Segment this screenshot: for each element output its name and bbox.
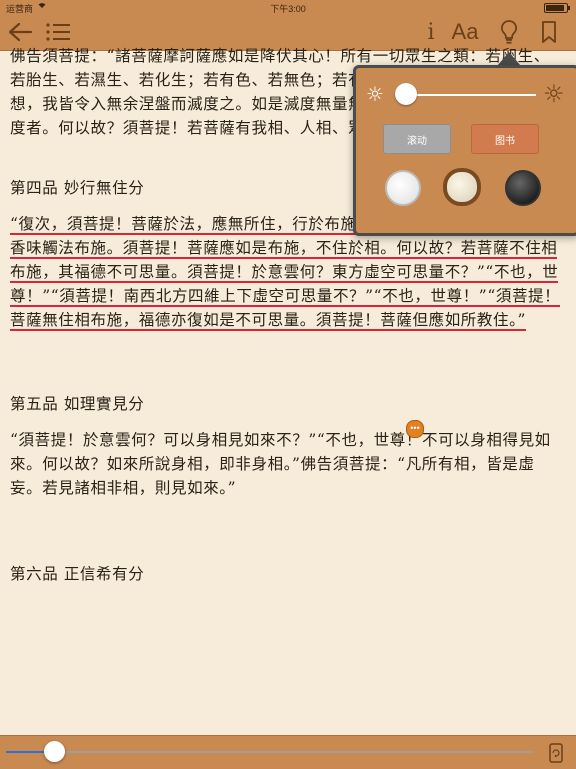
table-of-contents-icon[interactable]	[44, 18, 72, 46]
status-bar: 运营商 下午3:00	[0, 0, 576, 14]
brightness-slider-thumb[interactable]	[395, 83, 418, 105]
more-options-icon[interactable]: •••	[406, 420, 424, 438]
book-mode-button[interactable]: 图书	[471, 124, 539, 154]
progress-slider-thumb[interactable]	[44, 741, 65, 762]
reading-progress-bar	[0, 735, 576, 769]
progress-slider-fill	[6, 751, 49, 753]
rotation-lock-icon[interactable]	[547, 742, 565, 764]
lightbulb-icon[interactable]	[496, 18, 522, 46]
font-settings-button[interactable]: Aa	[450, 18, 480, 46]
text-paragraph: “須菩提！於意雲何？可以身相見如來不？”“不也，世尊！不可以身相得見如來。何以故…	[10, 428, 562, 500]
battery-icon	[544, 3, 570, 13]
info-button[interactable]: i	[422, 18, 440, 46]
bookmark-icon[interactable]	[536, 18, 562, 46]
scroll-mode-button[interactable]: 滚动	[383, 124, 451, 154]
chapter-heading: 第六品 正信希有分	[10, 565, 145, 583]
chapter-heading: 第五品 如理實見分	[10, 395, 145, 413]
text-segment: “須菩提！於意雲何？可以身相見如來不？”“不也，世尊！不可以身相得見如來。何以故…	[10, 431, 551, 497]
theme-black-swatch[interactable]	[505, 170, 541, 206]
theme-white-swatch[interactable]	[385, 170, 421, 206]
progress-slider-track[interactable]	[6, 751, 534, 753]
brightness-high-icon: ☼	[543, 80, 565, 108]
brightness-low-icon: ☼	[366, 82, 384, 106]
theme-cream-swatch[interactable]	[443, 168, 481, 206]
brightness-slider-track[interactable]	[402, 94, 536, 96]
back-arrow-icon[interactable]	[6, 18, 34, 46]
popover-arrow	[497, 52, 521, 66]
display-settings-popover: ☼ ☼ 滚动 图书	[353, 65, 576, 236]
